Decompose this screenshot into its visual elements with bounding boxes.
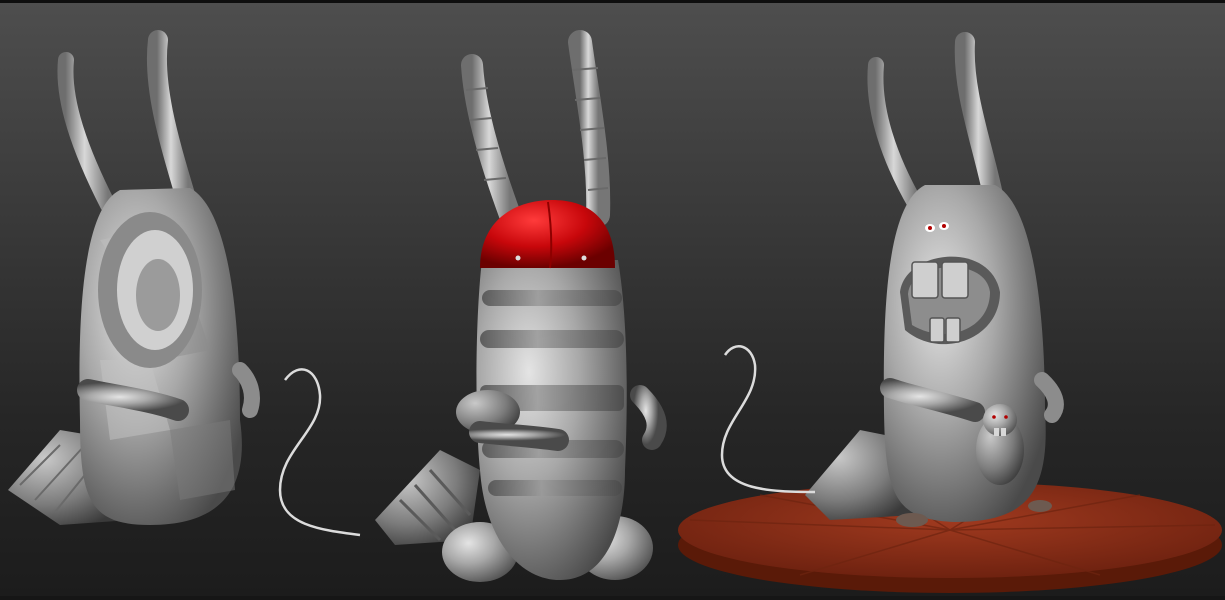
render-canvas	[8, 30, 1222, 593]
viewport-bottom-border	[0, 596, 1225, 600]
3d-viewport[interactable]	[0, 0, 1225, 600]
sculpt-model-center	[375, 30, 667, 582]
sculpt-model-right	[678, 32, 1222, 593]
tail-wire-left	[278, 368, 361, 537]
sculpt-model-left	[8, 30, 260, 525]
tail-wire-right	[720, 345, 816, 494]
